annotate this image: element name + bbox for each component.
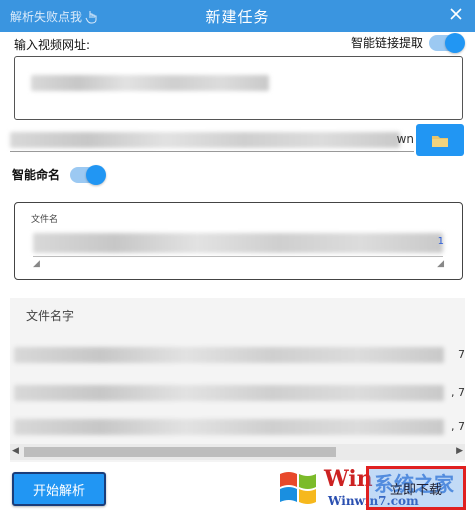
list-item[interactable]: , 7 [10,378,465,408]
filename-suffix: 1 [437,236,444,247]
row-end-text: , 7 [451,386,465,399]
smart-extract-setting: 智能链接提取 [350,32,465,53]
window-title: 新建任务 [205,8,270,26]
blurred-path-text [10,132,400,148]
filename-field[interactable]: 文件名 1 ◢ ◢ [14,202,463,280]
resize-handle-icon[interactable]: ◢ [437,259,444,269]
list-item[interactable]: 7 [10,340,465,370]
path-underline [10,151,414,152]
url-label: 输入视频网址: [14,38,91,52]
toggle-knob [86,164,107,185]
blurred-filename [14,385,444,401]
path-suffix: wn [396,132,414,146]
file-list-title: 文件名字 [26,309,75,323]
smart-name-toggle[interactable] [70,164,107,185]
title-bar: 解析失败点我 新建任务 [0,0,475,32]
blurred-filename [14,419,444,435]
close-icon[interactable] [447,5,465,23]
scroll-right-icon[interactable]: ▶ [456,446,463,456]
blurred-filename-text [33,233,443,253]
folder-icon [432,135,448,147]
scroll-left-icon[interactable]: ◀ [12,446,19,456]
video-url-input[interactable] [14,56,463,120]
windows-logo-icon [280,472,316,504]
toggle-knob [445,32,465,53]
save-path-field[interactable]: wn [10,128,414,152]
blurred-url-text [31,75,269,91]
smart-extract-label: 智能链接提取 [350,36,423,50]
row-end-text: 7 [458,348,465,361]
start-parse-button[interactable]: 开始解析 [12,472,106,506]
blurred-filename [14,347,444,363]
smart-name-setting: 智能命名 [12,164,107,185]
scrollbar-thumb[interactable] [24,447,336,457]
smart-extract-toggle[interactable] [429,32,465,53]
list-item[interactable]: , 7 [10,412,465,442]
filename-underline [33,256,443,257]
horizontal-scrollbar[interactable]: ◀ ▶ [10,444,465,460]
smart-name-label: 智能命名 [12,168,61,182]
file-list: 文件名字 7 , 7 , 7 [10,298,465,462]
filename-label: 文件名 [31,215,59,225]
browse-folder-button[interactable] [416,124,464,156]
resize-handle-left-icon: ◢ [33,259,40,269]
row-end-text: , 7 [451,420,465,433]
download-now-button[interactable]: 立即下载 [366,466,466,510]
